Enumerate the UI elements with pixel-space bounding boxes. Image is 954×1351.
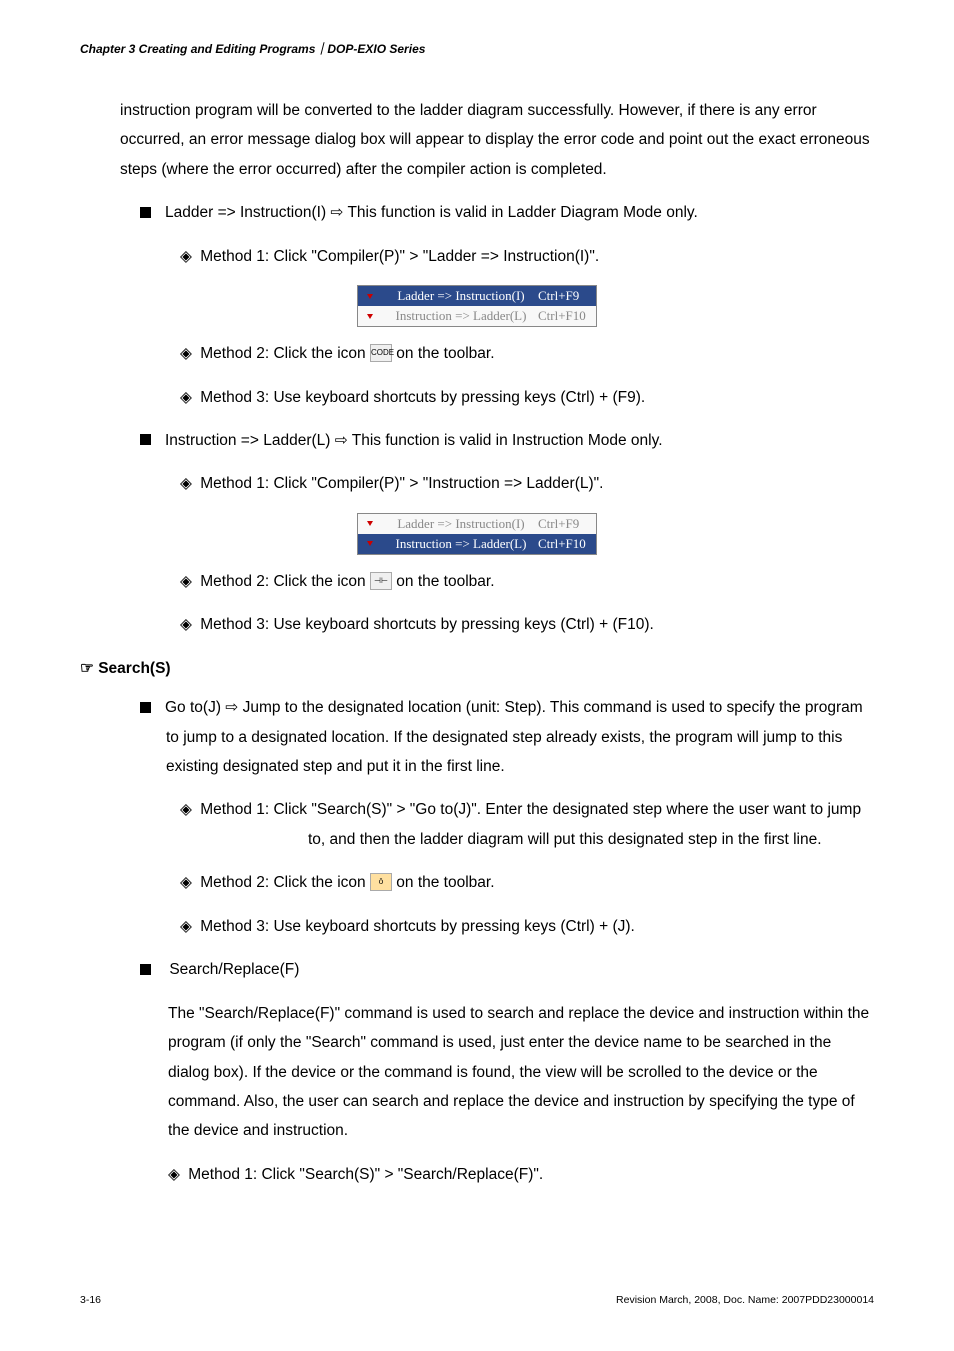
goto-m2-pre: Method 2: Click the icon [200,874,370,891]
intro-paragraph: instruction program will be converted to… [120,96,874,184]
page-number: 3-16 [80,1291,101,1311]
goto-m3-text: Method 3: Use keyboard shortcuts by pres… [200,918,635,935]
arrow-icon: ⇨ [225,699,238,716]
sr-body: The "Search/Replace(F)" command is used … [168,999,874,1146]
li1-title-post: This function is valid in Ladder Diagram… [343,204,697,221]
li1-m2-post: on the toolbar. [392,345,495,362]
bullet-icon [140,964,151,975]
li2-m3-text: Method 3: Use keyboard shortcuts by pres… [200,616,654,633]
diamond-icon: ◈ [180,475,192,492]
goto-m2-post: on the toolbar. [392,874,495,891]
code-down-icon [358,294,382,299]
diamond-icon: ◈ [180,389,192,406]
toolbar-ladder-icon[interactable]: ⊣⊢ [370,572,392,590]
goto-method3: ◈ Method 3: Use keyboard shortcuts by pr… [180,912,874,941]
li1-title-pre: Ladder => Instruction(I) [165,204,330,221]
diamond-icon: ◈ [180,874,192,891]
li1-method2: ◈ Method 2: Click the icon CODE on the t… [180,339,874,368]
li1-method1: ◈ Method 1: Click "Compiler(P)" > "Ladde… [180,242,874,271]
arrow-icon: ⇨ [335,432,348,449]
item-search-replace: Search/Replace(F) [140,955,874,984]
sr-m1-text: Method 1: Click "Search(S)" > "Search/Re… [188,1166,543,1183]
diamond-icon: ◈ [180,345,192,362]
li2-m2-pre: Method 2: Click the icon [200,573,370,590]
li1-m2-pre: Method 2: Click the icon [200,345,370,362]
arrow-icon: ⇨ [330,204,343,221]
goto-title-pre: Go to(J) [165,699,225,716]
menu-label: Instruction => Ladder(L) [382,304,538,329]
menu-shortcut: Ctrl+F10 [538,304,596,329]
pointing-hand-icon: ☞ [80,660,94,677]
toolbar-goto-icon[interactable]: ō [370,873,392,891]
diamond-icon: ◈ [180,248,192,265]
goto-m1-text: Method 1: Click "Search(S)" > "Go to(J)"… [200,801,861,847]
li1-m1-text: Method 1: Click "Compiler(P)" > "Ladder … [200,248,599,265]
li2-method2: ◈ Method 2: Click the icon ⊣⊢ on the too… [180,567,874,596]
page-footer: 3-16 Revision March, 2008, Doc. Name: 20… [80,1291,874,1311]
diamond-icon: ◈ [180,918,192,935]
menu-row-instruction-ladder[interactable]: Instruction => Ladder(L) Ctrl+F10 [358,306,596,326]
menu-shortcut: Ctrl+F10 [538,532,596,557]
bullet-icon [140,702,151,713]
li2-m2-post: on the toolbar. [392,573,495,590]
li2-method1: ◈ Method 1: Click "Compiler(P)" > "Instr… [180,469,874,498]
bullet-icon [140,207,151,218]
goto-method2: ◈ Method 2: Click the icon ō on the tool… [180,868,874,897]
revision-info: Revision March, 2008, Doc. Name: 2007PDD… [616,1291,874,1311]
diamond-icon: ◈ [180,801,192,818]
menu-row-instruction-ladder[interactable]: Instruction => Ladder(L) Ctrl+F10 [358,534,596,554]
code-down-icon [358,521,382,526]
ladder-down-icon [358,541,382,546]
search-heading: Search(S) [98,660,170,677]
li2-m1-text: Method 1: Click "Compiler(P)" > "Instruc… [200,475,603,492]
toolbar-code-icon[interactable]: CODE [370,344,392,362]
section-search: ☞ Search(S) [80,654,874,683]
page-header: Chapter 3 Creating and Editing Programs｜… [80,38,425,61]
diamond-icon: ◈ [168,1166,180,1183]
diamond-icon: ◈ [180,573,192,590]
ladder-down-icon [358,314,382,319]
li2-method3: ◈ Method 3: Use keyboard shortcuts by pr… [180,610,874,639]
diamond-icon: ◈ [180,616,192,633]
menu-screenshot-1: Ladder => Instruction(I) Ctrl+F9 Instruc… [357,285,597,327]
li2-title-pre: Instruction => Ladder(L) [165,432,335,449]
item-instruction-to-ladder: Instruction => Ladder(L) ⇨ This function… [140,426,874,455]
menu-screenshot-2: Ladder => Instruction(I) Ctrl+F9 Instruc… [357,513,597,555]
sr-method1: ◈ Method 1: Click "Search(S)" > "Search/… [168,1160,874,1189]
sr-title: Search/Replace(F) [169,961,299,978]
item-goto: Go to(J) ⇨ Jump to the designated locati… [140,693,874,781]
item-ladder-to-instruction: Ladder => Instruction(I) ⇨ This function… [140,198,874,227]
menu-label: Instruction => Ladder(L) [382,532,538,557]
li1-m3-text: Method 3: Use keyboard shortcuts by pres… [200,389,645,406]
goto-method1: ◈ Method 1: Click "Search(S)" > "Go to(J… [180,795,874,854]
li1-method3: ◈ Method 3: Use keyboard shortcuts by pr… [180,383,874,412]
bullet-icon [140,434,151,445]
goto-title-post: Jump to the designated location (unit: S… [166,699,863,775]
li2-title-post: This function is valid in Instruction Mo… [348,432,663,449]
